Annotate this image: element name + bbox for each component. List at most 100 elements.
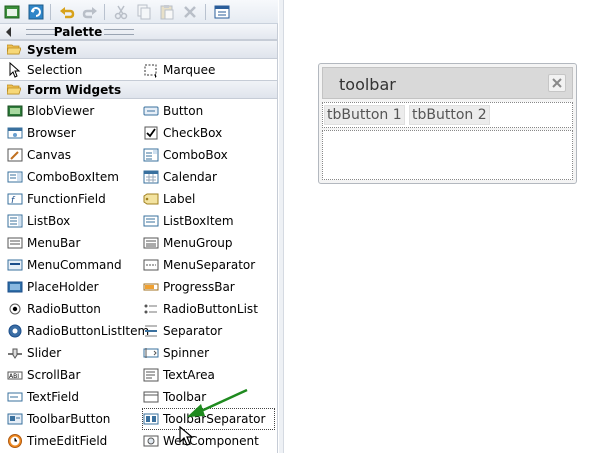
toolbar-widget-row: tbButton 1 tbButton 2 <box>322 102 573 128</box>
functionfield-icon: f <box>7 191 23 207</box>
drawer-label: Form Widgets <box>27 83 122 97</box>
refresh-icon[interactable] <box>27 3 45 21</box>
palette-item-functionfield[interactable]: f FunctionField <box>7 189 140 209</box>
menubar-icon <box>7 235 23 251</box>
palette-item-marquee[interactable]: Marquee <box>143 60 273 80</box>
palette-item-label: MenuBar <box>27 236 81 250</box>
toolbar-widget-title-bar[interactable]: toolbar <box>322 67 573 99</box>
combobox-icon <box>143 147 159 163</box>
palette-item-label: RadioButtonListItem <box>27 324 150 338</box>
palette-item-label: BlobViewer <box>27 104 95 118</box>
drawer-form-widgets[interactable]: Form Widgets <box>0 80 277 99</box>
palette-item-selection[interactable]: Selection <box>7 60 137 80</box>
textfield-icon <box>7 389 23 405</box>
palette-item-calendar[interactable]: Calendar <box>143 167 274 187</box>
palette-item-toolbar[interactable]: Toolbar <box>143 387 274 407</box>
palette-item-menugroup[interactable]: MenuGroup <box>143 233 274 253</box>
palette-item-scrollbar[interactable]: ABI ScrollBar <box>7 365 140 385</box>
palette-item-label: Label <box>163 192 196 206</box>
menucommand-icon <box>7 257 23 273</box>
palette-item-checkbox[interactable]: CheckBox <box>143 123 274 143</box>
palette-item-label: FunctionField <box>27 192 106 206</box>
palette-item-label[interactable]: Label <box>143 189 274 209</box>
close-icon[interactable] <box>548 74 566 92</box>
palette-item-menubar[interactable]: MenuBar <box>7 233 140 253</box>
palette-item-label: RadioButton <box>27 302 101 316</box>
palette-item-listbox[interactable]: ListBox <box>7 211 140 231</box>
palette-item-radiobuttonlist[interactable]: RadioButtonList <box>143 299 274 319</box>
selection-arrow-icon <box>7 62 23 78</box>
palette-item-toolbarbutton[interactable]: ToolbarButton <box>7 409 140 429</box>
placeholder-icon <box>7 279 23 295</box>
palette-item-spinner[interactable]: Spinner <box>143 343 274 363</box>
comboboxitem-icon <box>7 169 23 185</box>
toolbar-icon <box>143 389 159 405</box>
palette-item-separator[interactable]: Separator <box>143 321 274 341</box>
redo-icon[interactable] <box>81 3 99 21</box>
palette-item-progressbar[interactable]: ProgressBar <box>143 277 274 297</box>
palette-item-label: Browser <box>27 126 76 140</box>
palette-item-label: ComboBox <box>163 148 228 162</box>
palette-item-label: WebComponent <box>163 434 259 448</box>
palette-item-slider[interactable]: Slider <box>7 343 140 363</box>
palette-item-label: CheckBox <box>163 126 223 140</box>
menugroup-icon <box>143 235 159 251</box>
palette-item-label: Selection <box>27 63 83 77</box>
palette-item-textarea[interactable]: TextArea <box>143 365 274 385</box>
palette-item-label: MenuCommand <box>27 258 122 272</box>
toolbar-widget[interactable]: toolbar tbButton 1 tbButton 2 <box>318 63 577 184</box>
palette-item-webcomponent[interactable]: WebComponent <box>143 431 274 451</box>
palette-item-browser[interactable]: Browser <box>7 123 140 143</box>
palette-item-blobviewer[interactable]: BlobViewer <box>7 101 140 121</box>
label-icon <box>143 191 159 207</box>
textarea-icon <box>143 367 159 383</box>
properties-icon[interactable] <box>213 3 231 21</box>
drawer-label: System <box>27 43 77 57</box>
palette-item-label: PlaceHolder <box>27 280 99 294</box>
cut-icon[interactable] <box>112 3 130 21</box>
toolbar-widget-button[interactable]: tbButton 1 <box>324 105 405 125</box>
palette-item-label: ComboBoxItem <box>27 170 119 184</box>
palette-item-menuseparator[interactable]: MenuSeparator <box>143 255 274 275</box>
browser-icon <box>7 125 23 141</box>
palette-item-timeeditfield[interactable]: TimeEditField <box>7 431 140 451</box>
copy-icon[interactable] <box>135 3 153 21</box>
palette-item-canvas[interactable]: Canvas <box>7 145 140 165</box>
drawer-system[interactable]: System <box>0 40 277 59</box>
palette-item-label: ListBox <box>27 214 71 228</box>
palette-item-label: Separator <box>163 324 223 338</box>
palette-item-placeholder[interactable]: PlaceHolder <box>7 277 140 297</box>
spinner-icon <box>143 345 159 361</box>
palette-item-label: MenuGroup <box>163 236 233 250</box>
palette-item-label: TextField <box>27 390 79 404</box>
palette-item-toolbarseparator[interactable]: ToolbarSeparator <box>142 408 275 430</box>
folder-open-icon <box>7 84 21 95</box>
paste-icon[interactable] <box>158 3 176 21</box>
palette-item-listboxitem[interactable]: ListBoxItem <box>143 211 274 231</box>
delete-icon[interactable] <box>181 3 199 21</box>
radiobuttonlistitem-icon <box>7 323 23 339</box>
palette-item-combobox[interactable]: ComboBox <box>143 145 274 165</box>
marquee-icon <box>143 62 159 78</box>
palette-item-label: Slider <box>27 346 62 360</box>
webcomponent-icon <box>143 433 159 449</box>
palette-item-radiobutton[interactable]: RadioButton <box>7 299 140 319</box>
palette-item-label: MenuSeparator <box>163 258 256 272</box>
scrollbar-icon: ABI <box>7 367 23 383</box>
main-toolbar <box>0 0 278 24</box>
toolbar-widget-button[interactable]: tbButton 2 <box>409 105 490 125</box>
palette-item-menucommand[interactable]: MenuCommand <box>7 255 140 275</box>
toolbar-widget-drop-area[interactable] <box>322 130 573 180</box>
undo-icon[interactable] <box>58 3 76 21</box>
mouse-cursor-icon <box>179 426 194 446</box>
palette-item-label: ToolbarSeparator <box>163 412 266 426</box>
palette-item-comboboxitem[interactable]: ComboBoxItem <box>7 167 140 187</box>
palette-item-textfield[interactable]: TextField <box>7 387 140 407</box>
radiobutton-icon <box>7 301 23 317</box>
palette-item-label: TimeEditField <box>27 434 108 448</box>
palette-item-button[interactable]: Button <box>143 101 274 121</box>
palette-item-radiobuttonlistitem[interactable]: RadioButtonListItem <box>7 321 149 341</box>
palette-item-label: Calendar <box>163 170 217 184</box>
palette-item-label: Spinner <box>163 346 210 360</box>
open-icon[interactable] <box>3 3 21 21</box>
